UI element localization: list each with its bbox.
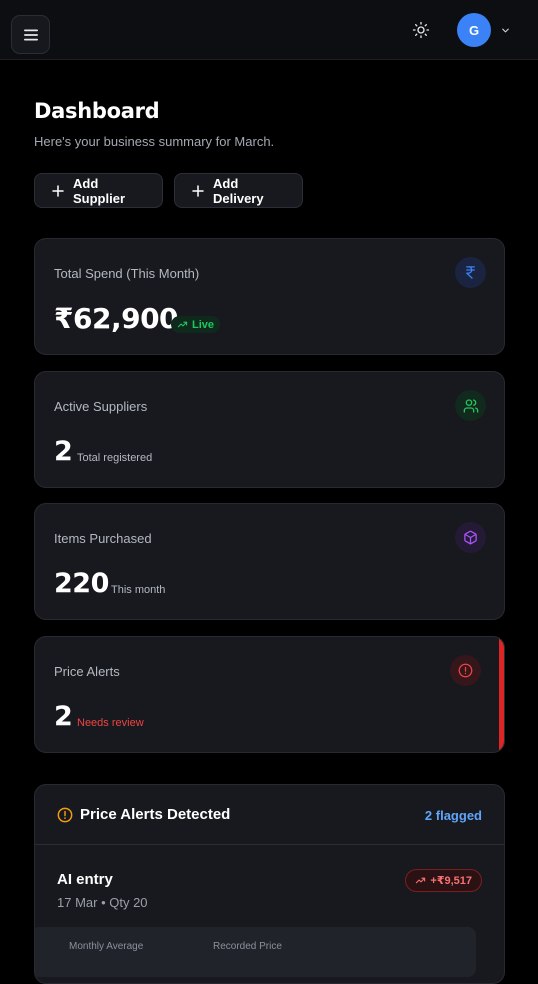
trending-up-icon	[416, 877, 426, 884]
recorded-price-label: Recorded Price	[213, 941, 282, 952]
alert-accent-bar	[499, 637, 504, 752]
chevron-down-icon	[501, 28, 509, 32]
add-supplier-button[interactable]: Add Supplier	[34, 173, 163, 208]
add-delivery-label: Add Delivery	[213, 175, 264, 206]
items-purchased-label: Items Purchased	[54, 531, 152, 546]
top-bar: G	[0, 0, 538, 60]
alert-entry-name: AI entry	[57, 871, 113, 888]
plus-icon	[51, 184, 65, 198]
live-badge-label: Live	[192, 318, 215, 331]
plus-icon	[191, 184, 205, 198]
page-subtitle: Here's your business summary for March.	[34, 134, 275, 149]
items-purchased-card: Items Purchased 220 This month	[34, 503, 505, 620]
alert-entry-meta: 17 Mar • Qty 20	[57, 895, 148, 910]
user-avatar[interactable]: G	[457, 13, 491, 47]
price-alerts-caption: Needs review	[77, 717, 144, 729]
total-spend-value: ₹62,900	[54, 302, 179, 335]
monthly-average-label: Monthly Average	[69, 941, 144, 952]
live-badge: Live	[171, 316, 221, 333]
menu-button[interactable]	[11, 15, 50, 54]
box-icon	[455, 522, 486, 553]
active-suppliers-value: 2	[54, 436, 73, 467]
price-diff-value: +₹9,517	[430, 875, 472, 887]
sun-icon	[412, 21, 430, 39]
active-suppliers-label: Active Suppliers	[54, 399, 148, 414]
theme-toggle-button[interactable]	[408, 17, 434, 43]
price-alerts-value: 2	[54, 701, 73, 732]
add-delivery-button[interactable]: Add Delivery	[174, 173, 303, 208]
alert-entry-stats: Monthly Average Recorded Price	[35, 927, 476, 977]
active-suppliers-caption: Total registered	[77, 452, 153, 464]
add-supplier-label: Add Supplier	[73, 175, 126, 206]
rupee-icon	[455, 257, 486, 288]
page-title: Dashboard	[34, 99, 160, 123]
trending-up-icon	[177, 321, 188, 328]
active-suppliers-card: Active Suppliers 2 Total registered	[34, 371, 505, 488]
price-diff-badge: +₹9,517	[405, 869, 482, 892]
items-purchased-value: 220	[54, 568, 109, 599]
hamburger-icon	[23, 29, 38, 40]
total-spend-card: Total Spend (This Month) ₹62,900 Live	[34, 238, 505, 355]
price-alerts-title: Price Alerts Detected	[80, 806, 231, 823]
alert-circle-icon	[57, 807, 73, 823]
alert-circle-icon	[450, 655, 481, 686]
price-alerts-header: Price Alerts Detected 2 flagged	[35, 785, 504, 845]
items-purchased-caption: This month	[111, 584, 166, 596]
users-icon	[455, 390, 486, 421]
account-menu-toggle[interactable]	[499, 24, 511, 36]
total-spend-label: Total Spend (This Month)	[54, 266, 200, 281]
flagged-count[interactable]: 2 flagged	[425, 808, 482, 823]
price-alerts-panel: Price Alerts Detected 2 flagged AI entry…	[34, 784, 505, 984]
price-alerts-card[interactable]: Price Alerts 2 Needs review	[34, 636, 505, 753]
price-alerts-label: Price Alerts	[54, 664, 120, 679]
